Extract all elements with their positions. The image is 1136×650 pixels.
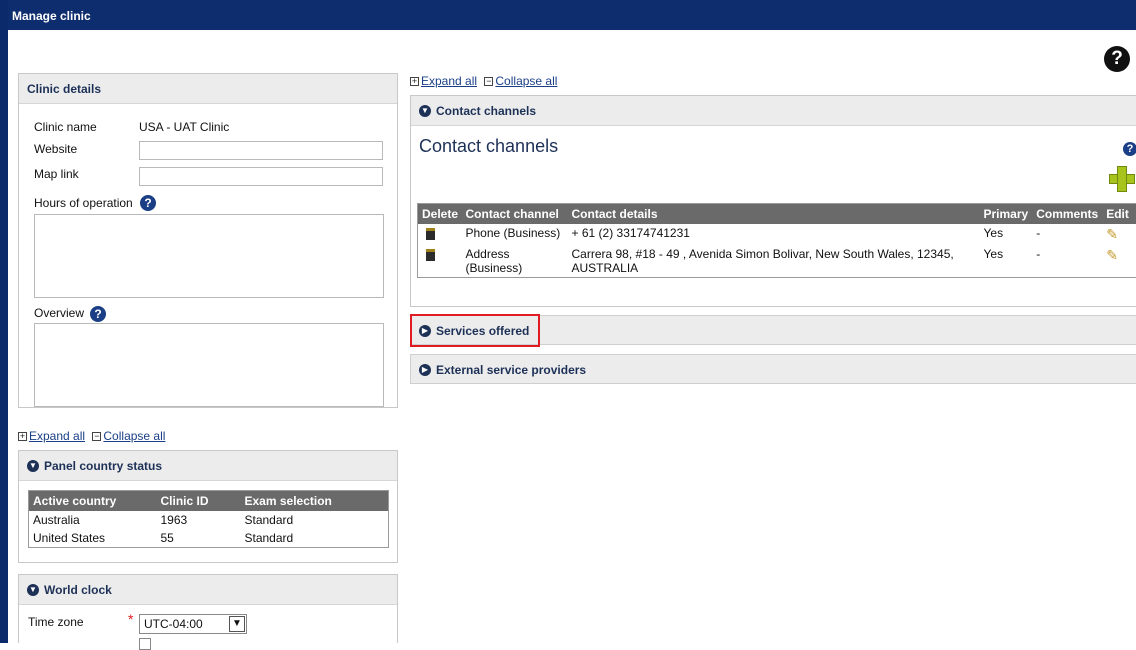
overview-help-icon[interactable]: ? <box>90 306 106 322</box>
country-status-table: Active country Clinic ID Exam selection … <box>28 490 389 548</box>
col-comments: Comments <box>1032 204 1102 224</box>
left-expand-collapse: +Expand all −Collapse all <box>18 429 165 443</box>
cell: United States <box>29 529 157 548</box>
table-row: United States 55 Standard <box>29 529 389 548</box>
expand-all-link[interactable]: Expand all <box>421 74 477 88</box>
pencil-icon[interactable]: ✎ <box>1106 247 1118 263</box>
chevron-down-icon: ▼ <box>27 584 39 596</box>
panel-country-status-header[interactable]: ▼ Panel country status <box>19 451 397 481</box>
checkbox[interactable] <box>139 638 151 650</box>
green-plus-icon-vertical <box>1117 166 1127 192</box>
col-active-country: Active country <box>29 491 157 511</box>
cell-primary: Yes <box>980 245 1033 278</box>
chevron-right-icon: ▶ <box>419 364 431 376</box>
cell-comments: - <box>1032 245 1102 278</box>
time-zone-select[interactable]: UTC-04:00 ▼ <box>139 614 247 634</box>
hours-help-icon[interactable]: ? <box>140 195 156 211</box>
website-input[interactable] <box>139 141 383 160</box>
collapse-icon: − <box>484 77 493 86</box>
overview-textarea[interactable] <box>34 323 384 407</box>
right-expand-collapse: +Expand all −Collapse all <box>410 74 557 88</box>
cell: Standard <box>241 511 389 529</box>
contact-channels-panel: ▼ Contact channels Contact channels ? Del… <box>410 95 1136 307</box>
pencil-icon[interactable]: ✎ <box>1106 226 1118 242</box>
chevron-down-icon: ▼ <box>27 460 39 472</box>
help-icon[interactable]: ? <box>1123 142 1136 156</box>
col-contact-details: Contact details <box>568 204 980 224</box>
cell: 1963 <box>157 511 241 529</box>
col-primary: Primary <box>980 204 1033 224</box>
external-service-providers-header[interactable]: ▶ External service providers <box>410 354 1136 384</box>
highlight-box <box>410 314 540 347</box>
table-row: Phone (Business) + 61 (2) 33174741231 Ye… <box>418 224 1136 245</box>
world-clock-title: World clock <box>44 583 112 597</box>
collapse-all-link[interactable]: Collapse all <box>103 429 165 443</box>
world-clock-header[interactable]: ▼ World clock <box>19 575 397 605</box>
cell-primary: Yes <box>980 224 1033 245</box>
time-zone-label: Time zone <box>28 615 84 629</box>
col-clinic-id: Clinic ID <box>157 491 241 511</box>
time-zone-value: UTC-04:00 <box>144 617 203 631</box>
external-service-providers-title: External service providers <box>436 363 586 377</box>
cell-channel: Phone (Business) <box>462 224 568 245</box>
cell: 55 <box>157 529 241 548</box>
table-header-row: Active country Clinic ID Exam selection <box>29 491 389 511</box>
cell-details: + 61 (2) 33174741231 <box>568 224 980 245</box>
collapse-icon: − <box>92 432 101 441</box>
collapse-all-link[interactable]: Collapse all <box>495 74 557 88</box>
hours-textarea[interactable] <box>34 214 384 298</box>
hours-label: Hours of operation <box>34 196 133 210</box>
trash-icon[interactable] <box>426 228 435 240</box>
cell-comments: - <box>1032 224 1102 245</box>
chevron-down-icon: ▼ <box>419 105 431 117</box>
chevron-down-icon[interactable]: ▼ <box>229 616 245 632</box>
website-label: Website <box>34 142 77 156</box>
trash-icon[interactable] <box>426 249 435 261</box>
col-exam-selection: Exam selection <box>241 491 389 511</box>
overview-label: Overview <box>34 306 84 320</box>
table-header-row: Delete Contact channel Contact details P… <box>418 204 1136 224</box>
contact-channels-heading: Contact channels <box>419 136 558 157</box>
contact-channels-title: Contact channels <box>436 104 536 118</box>
table-row: Australia 1963 Standard <box>29 511 389 529</box>
panel-country-status: ▼ Panel country status Active country Cli… <box>18 450 398 563</box>
cell: Standard <box>241 529 389 548</box>
help-icon[interactable]: ? <box>1104 46 1130 72</box>
panel-country-status-title: Panel country status <box>44 459 162 473</box>
contact-channels-table: Delete Contact channel Contact details P… <box>417 203 1136 278</box>
clinic-name-value: USA - UAT Clinic <box>139 120 229 134</box>
cell-channel: Address (Business) <box>462 245 568 278</box>
add-contact-button[interactable] <box>1109 166 1135 192</box>
required-marker: * <box>128 611 133 627</box>
col-delete: Delete <box>418 204 462 224</box>
col-contact-channel: Contact channel <box>462 204 568 224</box>
col-edit: Edit <box>1102 204 1136 224</box>
expand-icon: + <box>410 77 419 86</box>
clinic-name-label: Clinic name <box>34 120 97 134</box>
window-left-border <box>0 0 8 643</box>
expand-icon: + <box>18 432 27 441</box>
map-link-label: Map link <box>34 167 79 181</box>
expand-all-link[interactable]: Expand all <box>29 429 85 443</box>
table-row: Address (Business) Carrera 98, #18 - 49 … <box>418 245 1136 278</box>
window-title: Manage clinic <box>8 0 1136 30</box>
map-link-input[interactable] <box>139 167 383 186</box>
clinic-details-header: Clinic details <box>19 74 397 104</box>
contact-channels-header[interactable]: ▼ Contact channels <box>411 96 1136 126</box>
cell: Australia <box>29 511 157 529</box>
cell-details: Carrera 98, #18 - 49 , Avenida Simon Bol… <box>568 245 980 278</box>
